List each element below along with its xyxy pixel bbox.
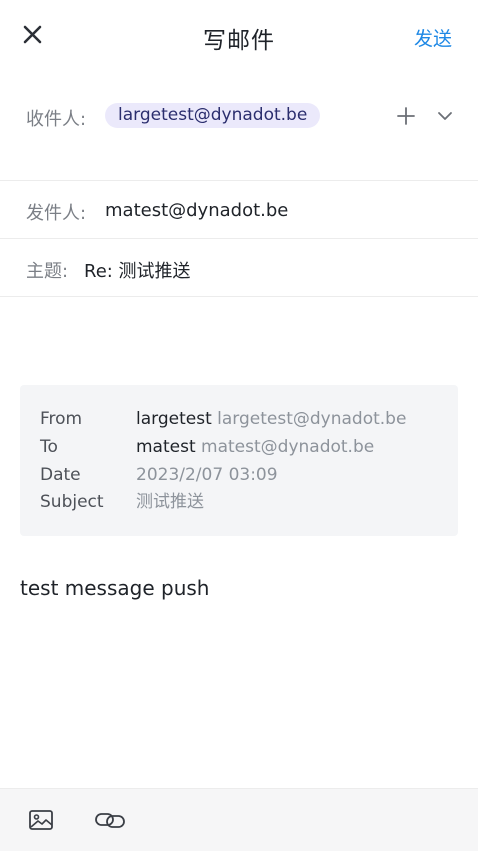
sender-row[interactable]: 发件人: matest@dynadot.be <box>0 181 478 239</box>
quoted-date-key: Date <box>40 465 81 485</box>
link-icon <box>95 813 125 828</box>
page-title: 写邮件 <box>203 28 275 54</box>
compose-toolbar <box>0 788 478 851</box>
quoted-from-name: largetest <box>136 409 212 429</box>
quoted-date-value: 2023/2/07 03:09 <box>136 465 278 485</box>
quoted-to-name: matest <box>136 437 196 457</box>
quoted-to-key: To <box>40 437 58 457</box>
subject-row[interactable]: 主题: Re: 测试推送 <box>0 239 478 297</box>
quoted-message-header: From largetest largetest@dynadot.be To m… <box>20 385 458 536</box>
quoted-to-email: matest@dynadot.be <box>201 437 375 457</box>
subject-input[interactable]: Re: 测试推送 <box>84 257 191 283</box>
add-recipient-button[interactable] <box>396 106 416 126</box>
plus-icon <box>397 107 415 125</box>
quoted-from-email: largetest@dynadot.be <box>217 409 407 429</box>
quoted-subject-value: 测试推送 <box>136 492 204 512</box>
expand-recipients-button[interactable] <box>436 108 454 122</box>
quoted-from-key: From <box>40 409 83 429</box>
quoted-from-value: largetest largetest@dynadot.be <box>136 406 406 432</box>
sender-label: 发件人: <box>26 203 87 224</box>
image-icon <box>29 810 53 830</box>
quoted-to-value: matest matest@dynadot.be <box>136 434 374 460</box>
recipient-chip[interactable]: largetest@dynadot.be <box>105 103 321 128</box>
recipients-row[interactable]: 收件人: largetest@dynadot.be <box>0 72 478 181</box>
subject-label: 主题: <box>26 261 69 282</box>
quoted-subject-key: Subject <box>40 492 104 512</box>
message-body[interactable]: test message push <box>20 576 209 600</box>
insert-image-button[interactable] <box>28 808 54 836</box>
header-bar: 写邮件 发送 <box>0 0 478 72</box>
chevron-down-icon <box>438 112 452 120</box>
insert-link-button[interactable] <box>94 808 126 836</box>
sender-value[interactable]: matest@dynadot.be <box>105 200 288 221</box>
send-button[interactable]: 发送 <box>414 24 452 51</box>
recipients-label: 收件人: <box>26 109 87 130</box>
